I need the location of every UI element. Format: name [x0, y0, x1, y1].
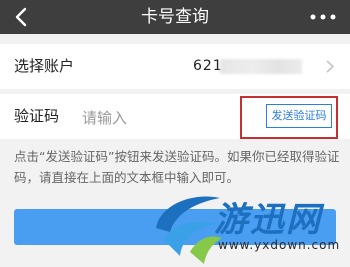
send-code-button[interactable]: 发送验证码	[266, 104, 332, 128]
account-select-row[interactable]: 选择账户 621	[0, 44, 350, 89]
account-label: 选择账户	[14, 57, 75, 75]
account-number-mask	[220, 59, 302, 74]
watermark-url: www.yxdown.com	[218, 238, 341, 252]
account-number: 621	[193, 58, 223, 74]
verification-code-label: 验证码	[14, 107, 60, 125]
navigation-bar: 卡号查询	[0, 0, 350, 34]
verification-code-input[interactable]	[80, 104, 234, 131]
more-dots-icon	[310, 14, 336, 20]
page-title: 卡号查询	[141, 7, 209, 27]
more-button[interactable]	[310, 0, 336, 34]
watermark-text: 游迅网	[214, 200, 322, 240]
watermark-logo: 游迅网 www.yxdown.com	[150, 190, 350, 267]
hint-text: 点击“发送验证码”按钮来发送验证码。如果你已经取得验证码，请直接在上面的文本框中…	[14, 149, 340, 185]
chevron-right-icon	[326, 60, 334, 73]
